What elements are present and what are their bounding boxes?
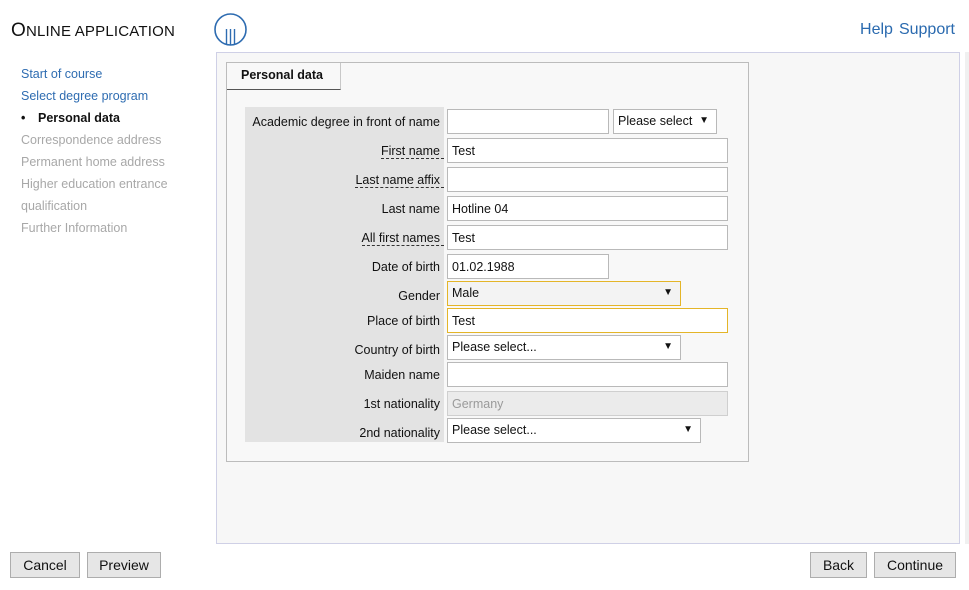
nav-item-qualification: qualification: [21, 199, 88, 213]
date-of-birth-label: Date of birth: [371, 260, 440, 274]
gender-label: Gender: [398, 289, 440, 303]
country-of-birth-label: Country of birth: [354, 343, 440, 357]
continue-button[interactable]: Continue: [874, 552, 956, 578]
nav-item-higher-education-entrance: Higher education entrance: [21, 177, 168, 191]
maiden-name-label: Maiden name: [364, 368, 440, 382]
back-button[interactable]: Back: [810, 552, 867, 578]
nav-item-select-degree-program[interactable]: Select degree program: [21, 85, 206, 107]
last-name-affix-input[interactable]: [447, 167, 728, 192]
nav-item-further-information: Further Information: [21, 221, 128, 235]
cancel-button[interactable]: Cancel: [10, 552, 80, 578]
chevron-down-icon: ▼: [699, 115, 709, 126]
nationality-1-input: [447, 391, 728, 416]
chevron-down-icon: ▼: [663, 341, 673, 352]
nationality-2-label: 2nd nationality: [359, 426, 440, 440]
date-of-birth-input[interactable]: [447, 254, 609, 279]
place-of-birth-label: Place of birth: [367, 314, 440, 328]
maiden-name-input[interactable]: [447, 362, 728, 387]
university-logo-icon: [214, 13, 247, 46]
academic-degree-select[interactable]: Please select ▼: [613, 109, 717, 134]
last-name-affix-label: Last name affix: [355, 173, 444, 188]
content-panel: Personal data Academic degree in front o…: [216, 52, 960, 544]
place-of-birth-input[interactable]: [447, 308, 728, 333]
first-name-label: First name: [380, 144, 444, 159]
last-name-input[interactable]: [447, 196, 728, 221]
nav-item-start-of-course[interactable]: Start of course: [21, 63, 206, 85]
nav-item-permanent-home-address: Permanent home address: [21, 155, 165, 169]
all-first-names-input[interactable]: [447, 225, 728, 250]
help-link[interactable]: Help: [860, 21, 893, 38]
academic-degree-label: Academic degree in front of name: [252, 115, 440, 129]
first-name-input[interactable]: [447, 138, 728, 163]
chevron-down-icon: ▼: [683, 424, 693, 435]
nav-item-correspondence-address: Correspondence address: [21, 133, 162, 147]
window-edge: [965, 52, 969, 544]
last-name-label: Last name: [381, 202, 440, 216]
preview-button[interactable]: Preview: [87, 552, 161, 578]
all-first-names-label: All first names: [361, 231, 444, 246]
nationality-1-label: 1st nationality: [363, 397, 440, 411]
chevron-down-icon: ▼: [663, 287, 673, 298]
academic-degree-input[interactable]: [447, 109, 609, 134]
personal-data-fieldset: Personal data Academic degree in front o…: [226, 62, 749, 462]
label-column: Academic degree in front of name First n…: [245, 107, 444, 442]
tab-personal-data[interactable]: Personal data: [227, 63, 341, 90]
country-of-birth-select[interactable]: Please select... ▼: [447, 335, 681, 360]
top-links: Help Support: [854, 21, 955, 39]
nationality-2-select[interactable]: Please select... ▼: [447, 418, 701, 443]
app-title: ONLINE APPLICATION: [11, 20, 175, 41]
gender-select[interactable]: Male ▼: [447, 281, 681, 306]
nav-item-personal-data: Personal data: [21, 107, 206, 129]
step-navigation: Start of course Select degree program Pe…: [21, 63, 206, 239]
support-link[interactable]: Support: [899, 21, 955, 38]
